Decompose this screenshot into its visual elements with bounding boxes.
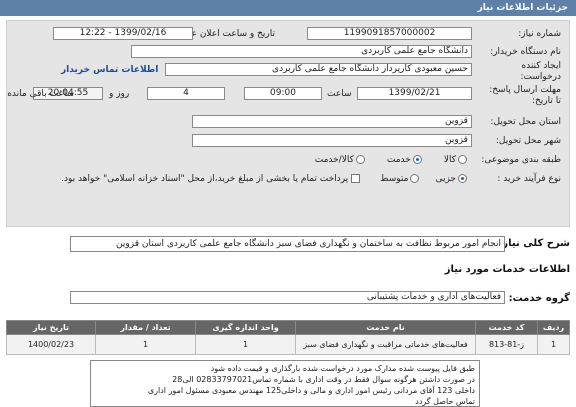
cell-service-name: فعالیت‌های خدماتی مراقبت و نگهداری فضای …: [295, 334, 476, 355]
col-service-name: نام خدمت: [295, 320, 476, 335]
deadline-date-field: 1399/02/21: [357, 87, 472, 100]
remaining-days-label: روز و: [109, 89, 130, 99]
page-header: جزئیات اطلاعات نیاز: [0, 0, 576, 16]
cell-quantity: 1: [95, 334, 196, 355]
radio-selected-icon: [412, 155, 422, 164]
cell-row-number: 1: [537, 334, 570, 355]
notes-line: طبق فایل پیوست شده مدارک مورد درخواست شد…: [210, 364, 475, 373]
purchase-process-radio-group: جزیی متوسط پرداخت تمام یا بخشی از مبلغ خ…: [61, 174, 467, 184]
creator-label-line2: درخواست:: [520, 72, 561, 82]
deadline-time-field: 09:00: [244, 87, 322, 100]
buyer-name-field: دانشگاه جامع علمی کاربردی: [131, 45, 472, 58]
col-row-number: ردیف: [537, 320, 570, 335]
process-option-medium[interactable]: متوسط: [380, 174, 420, 184]
table-row: 1 ز-81-813 فعالیت‌های خدماتی مراقبت و نگ…: [6, 334, 570, 355]
deadline-label-line2: تا تاریخ:: [531, 96, 561, 106]
creator-field: حسین معبودی کارپرداز دانشگاه جامع علمی ک…: [165, 63, 472, 76]
treasury-payment-option[interactable]: پرداخت تمام یا بخشی از مبلغ خرید،از محل …: [61, 174, 361, 184]
radio-icon: [410, 174, 420, 183]
need-details-panel: شماره نیاز: 1199091857000002 تاریخ و ساع…: [6, 20, 570, 227]
deadline-label-line1: مهلت ارسال پاسخ:: [489, 85, 561, 95]
city-label: شهر محل تحویل:: [495, 136, 561, 146]
category-label: طبقه بندی موضوعی:: [481, 155, 561, 165]
col-need-date: تاریخ نیاز: [6, 320, 96, 335]
remaining-time-label: ساعت باقی مانده: [7, 89, 74, 99]
col-quantity: تعداد / مقدار: [95, 320, 196, 335]
deadline-time-label: ساعت: [327, 89, 352, 99]
notes-line: داخلی 123 آقای مردانی رئیس امور اداری و …: [147, 386, 475, 395]
creator-label-line1: ایجاد کننده: [521, 61, 561, 71]
radio-selected-icon: [458, 174, 467, 183]
category-option-service[interactable]: خدمت: [387, 155, 422, 165]
category-radio-group: کالا خدمت کالا/خدمت: [315, 155, 467, 165]
notes-line: تماس حاصل گردد: [415, 397, 475, 406]
cell-service-code: ز-81-813: [475, 334, 538, 355]
announce-date-field: 1399/02/16 - 12:22: [53, 27, 193, 40]
col-service-code: کد خدمت: [475, 320, 538, 335]
radio-icon: [355, 155, 365, 164]
cell-unit: 1: [195, 334, 296, 355]
table-header-row: ردیف کد خدمت نام خدمت واحد اندازه گیری ت…: [6, 320, 570, 335]
remaining-days-field: 4: [147, 87, 225, 100]
category-option-goods[interactable]: کالا: [444, 155, 467, 165]
services-section-title: اطلاعات خدمات مورد نیاز: [444, 264, 570, 275]
buyer-name-label: نام دستگاه خریدار:: [490, 47, 561, 57]
notes-line: در صورت داشتن هرگونه سوال فقط در وقت ادا…: [172, 375, 475, 384]
cell-need-date: 1400/02/23: [6, 334, 96, 355]
summary-label: شرح کلی نیاز:: [498, 238, 570, 249]
service-group-field: فعالیت‌های اداری و خدمات پشتیبانی: [70, 291, 505, 304]
checkbox-icon: [351, 174, 361, 183]
purchase-process-label: نوع فرآیند خرید :: [497, 174, 561, 184]
services-table: ردیف کد خدمت نام خدمت واحد اندازه گیری ت…: [6, 320, 570, 355]
province-label: استان محل تحویل:: [490, 117, 561, 127]
radio-icon: [458, 155, 467, 164]
buyer-notes-box: طبق فایل پیوست شده مدارک مورد درخواست شد…: [90, 360, 480, 407]
summary-field: انجام امور مربوط نظافت به ساختمان و نگهد…: [70, 236, 505, 252]
category-option-goods-service[interactable]: کالا/خدمت: [315, 155, 365, 165]
process-option-minor[interactable]: جزیی: [435, 174, 467, 184]
need-number-field: 1199091857000002: [307, 27, 472, 40]
buyer-contact-link[interactable]: اطلاعات تماس خریدار: [61, 65, 158, 75]
col-unit: واحد اندازه گیری: [195, 320, 296, 335]
service-group-label: گروه خدمت:: [508, 293, 570, 304]
need-number-label: شماره نیاز:: [518, 29, 561, 39]
province-field: قزوین: [192, 115, 472, 128]
city-field: قزوین: [192, 134, 472, 147]
